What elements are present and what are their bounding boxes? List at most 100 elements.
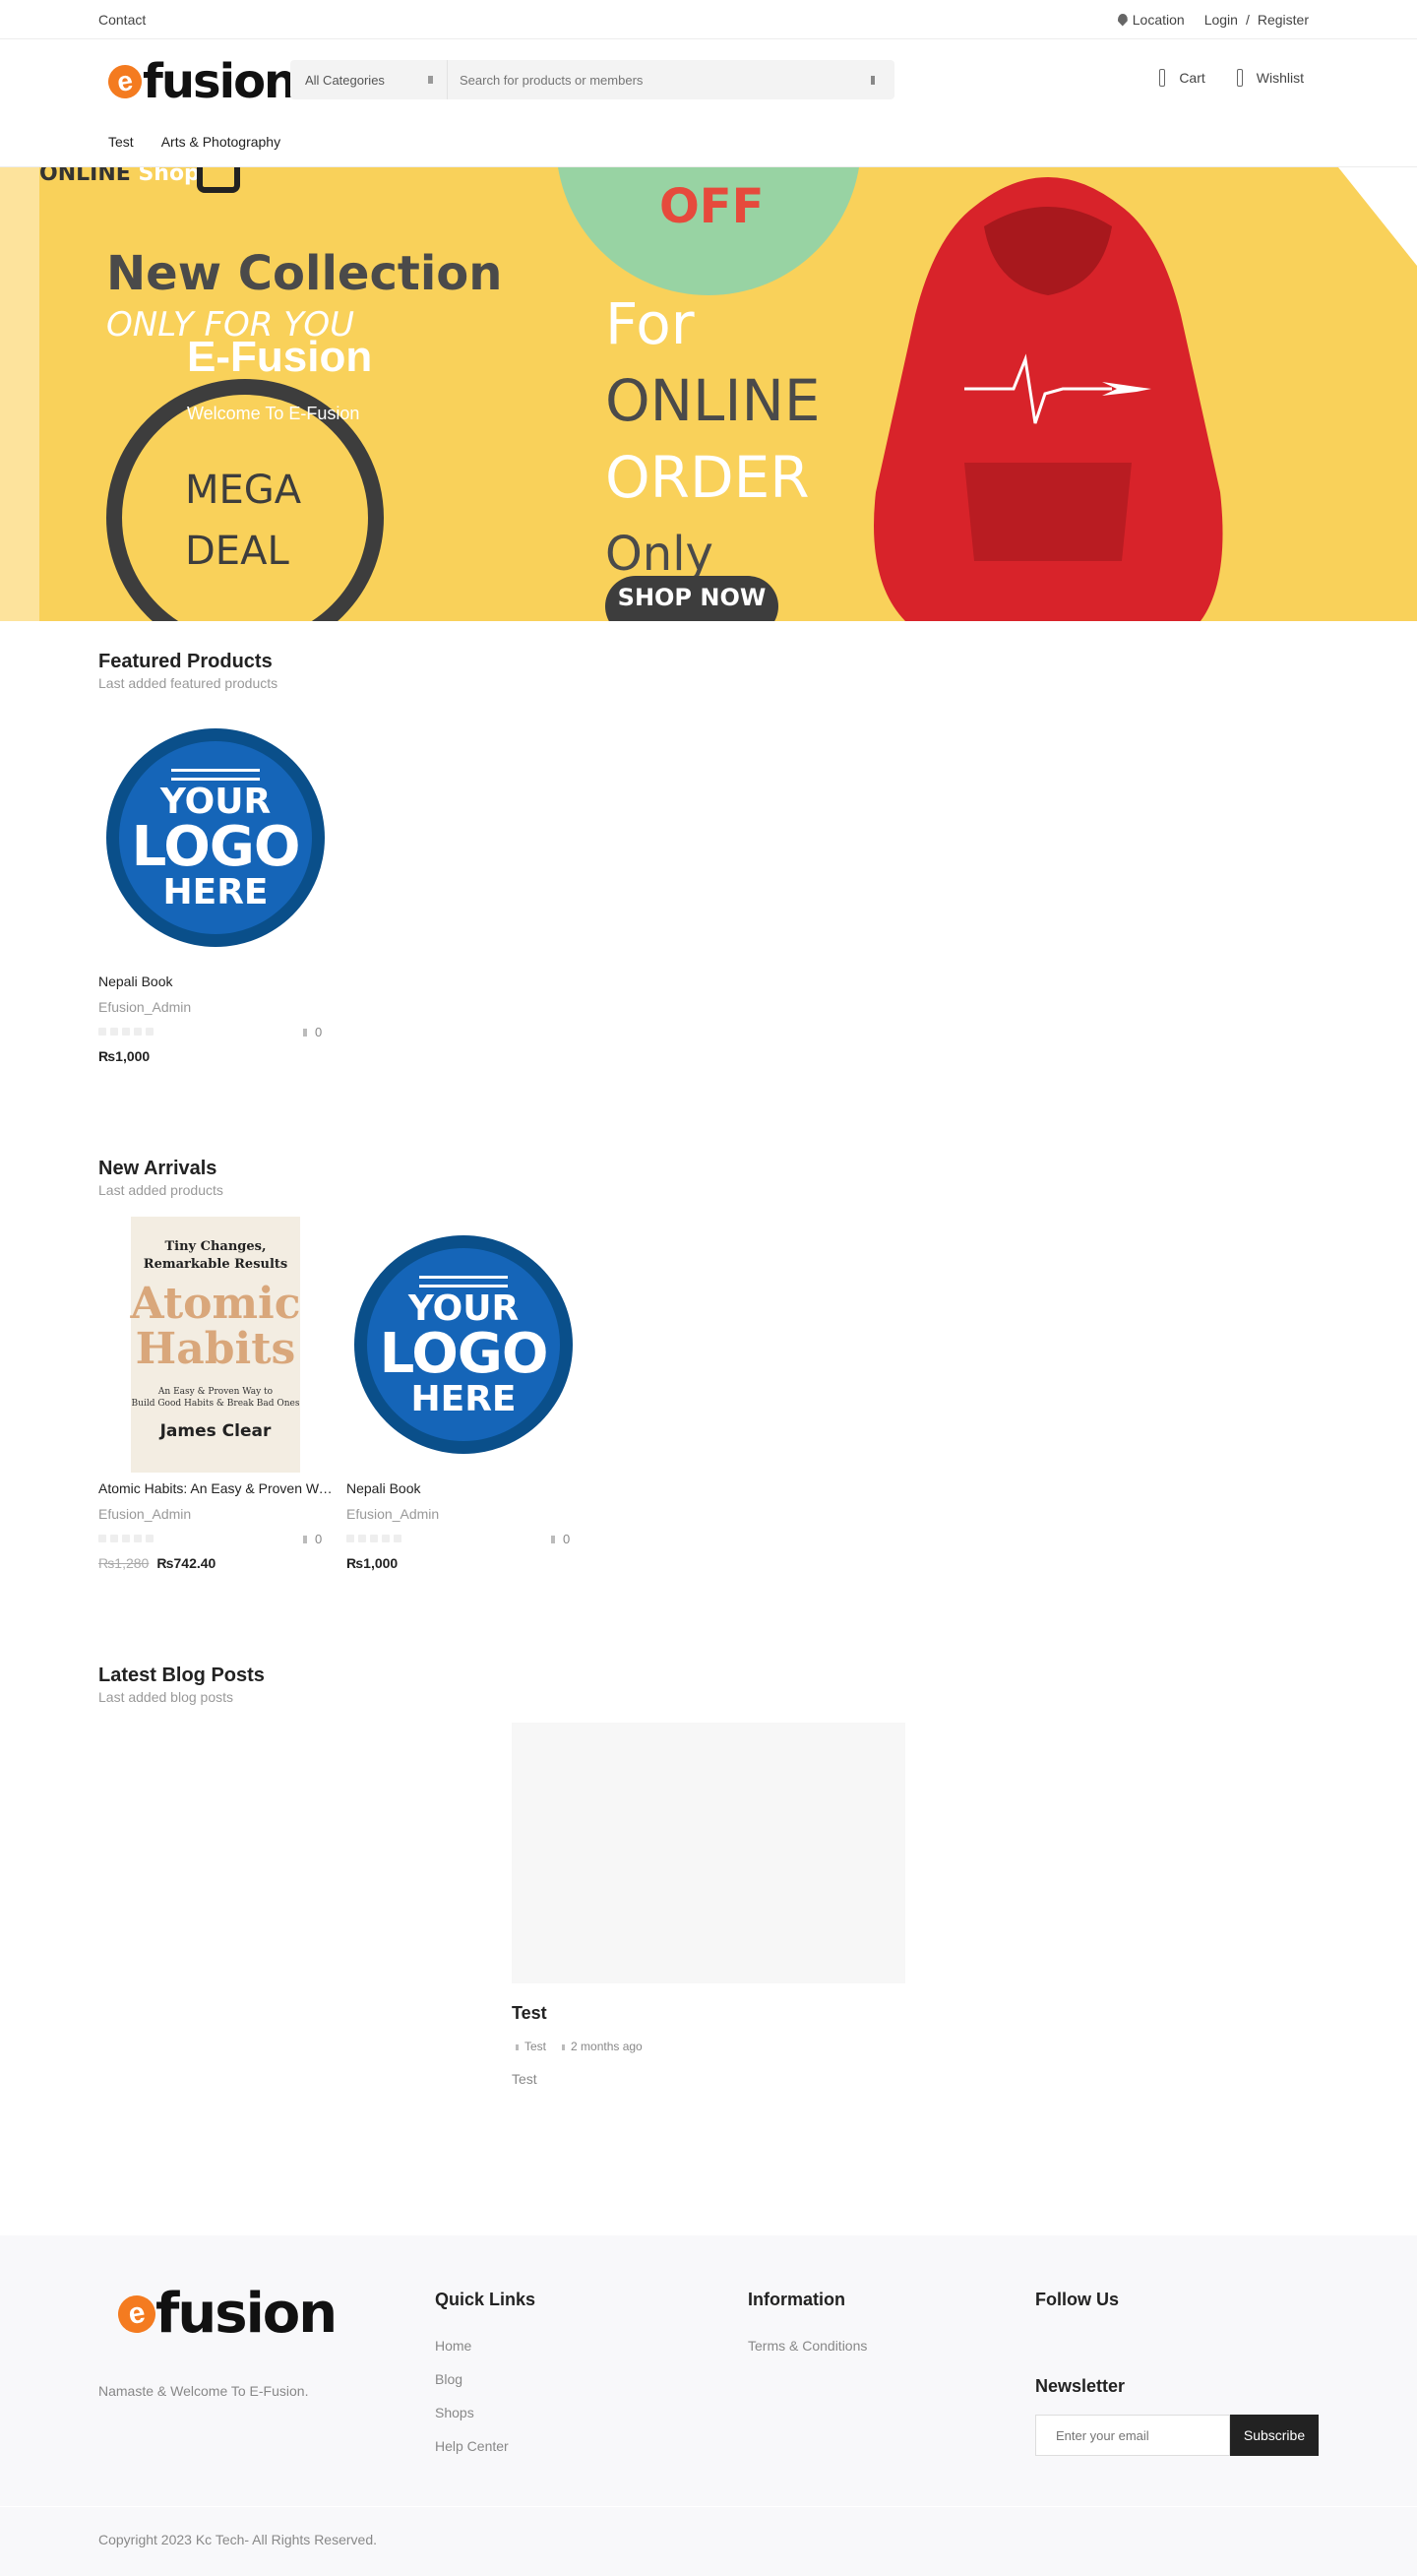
- product-vendor[interactable]: Efusion_Admin: [98, 1506, 333, 1522]
- chevron-down-icon: [428, 76, 433, 84]
- star-icon: [358, 1535, 366, 1542]
- banner-new-collection: New Collection: [106, 246, 503, 301]
- banner-online-shop: ONLINE Shop: [39, 167, 200, 186]
- star-icon: [110, 1028, 118, 1036]
- logo-text-here: HERE: [410, 1379, 517, 1419]
- logo-e-mark: e: [105, 62, 145, 101]
- footer-link-terms[interactable]: Terms & Conditions: [748, 2338, 867, 2354]
- banner-mega: MEGA: [185, 468, 302, 513]
- subscribe-button[interactable]: Subscribe: [1230, 2415, 1319, 2456]
- placeholder-logo: YOUR LOGO HERE: [354, 1235, 573, 1454]
- footer-link-shops[interactable]: Shops: [435, 2405, 535, 2420]
- register-link[interactable]: Register: [1258, 12, 1309, 28]
- wishlist-count-value: 0: [315, 1532, 323, 1546]
- category-select[interactable]: All Categories: [290, 60, 448, 99]
- nav-item-test[interactable]: Test: [108, 134, 134, 150]
- wishlist-link[interactable]: Wishlist: [1236, 69, 1304, 87]
- hero-subtitle: Welcome To E-Fusion: [187, 404, 360, 423]
- product-name[interactable]: Nepali Book: [346, 1480, 581, 1496]
- contact-link[interactable]: Contact: [98, 12, 146, 28]
- banner-shop-label: Shop: [138, 167, 200, 186]
- product-vendor[interactable]: Efusion_Admin: [98, 999, 333, 1015]
- footer-link-help-center[interactable]: Help Center: [435, 2438, 535, 2454]
- footer-link-blog[interactable]: Blog: [435, 2371, 535, 2387]
- footer-quick-links: Quick Links Home Blog Shops Help Center: [435, 2290, 535, 2454]
- logo-lines-top: [171, 769, 260, 781]
- nav-item-arts-photography[interactable]: Arts & Photography: [161, 134, 280, 150]
- placeholder-logo-inner: YOUR LOGO HERE: [119, 741, 312, 934]
- product-meta: 0: [98, 1025, 333, 1039]
- cart-link[interactable]: Cart: [1159, 69, 1205, 87]
- blog-excerpt: Test: [512, 2071, 537, 2087]
- footer-link-home[interactable]: Home: [435, 2338, 535, 2354]
- product-image[interactable]: Tiny Changes, Remarkable Results Atomic Ha…: [98, 1217, 333, 1473]
- product-name[interactable]: Nepali Book: [98, 974, 333, 989]
- wishlist-count[interactable]: 0: [551, 1532, 570, 1546]
- wishlist-count[interactable]: 0: [303, 1532, 322, 1546]
- footer-quick-links-title: Quick Links: [435, 2290, 536, 2309]
- product-price: ₨1,000: [98, 1048, 333, 1064]
- product-meta: 0: [98, 1532, 333, 1546]
- wishlist-count[interactable]: 0: [303, 1025, 322, 1039]
- blog-image[interactable]: [512, 1723, 905, 1983]
- logo-text-logo: LOGO: [379, 1322, 549, 1386]
- site-logo[interactable]: e fusion: [105, 57, 297, 106]
- banner-for-online-order: For ONLINE ORDER Only: [605, 285, 821, 593]
- product-name[interactable]: Atomic Habits: An Easy & Proven Way to B…: [98, 1480, 333, 1496]
- hero-banner[interactable]: ONLINE Shop New Collection ONLY FOR YOU …: [0, 167, 1417, 621]
- product-meta: 0: [346, 1532, 581, 1546]
- blog-category[interactable]: Test: [512, 2040, 546, 2053]
- star-icon: [98, 1535, 106, 1542]
- banner-cart-icon: [197, 167, 240, 193]
- banner-online-word: ONLINE: [605, 367, 821, 434]
- star-icon: [134, 1535, 142, 1542]
- search-input[interactable]: [448, 72, 851, 88]
- rating-stars: [98, 1535, 154, 1542]
- top-bar-right: Location Login / Register: [1117, 12, 1309, 28]
- book-tagline: Tiny Changes, Remarkable Results: [144, 1238, 287, 1274]
- newsletter-form: Subscribe: [1035, 2415, 1319, 2456]
- blog-post-title[interactable]: Test: [512, 2003, 905, 2024]
- search-bar: All Categories: [290, 60, 894, 99]
- cart-icon: [1159, 69, 1166, 87]
- logo-lines-top: [419, 1276, 508, 1288]
- location-link[interactable]: Location: [1117, 12, 1185, 28]
- main-nav: Test Arts & Photography: [108, 134, 280, 150]
- footer-logo[interactable]: e fusion: [114, 2285, 338, 2344]
- star-icon: [98, 1028, 106, 1036]
- blog-card[interactable]: Test Test 2 months ago Test: [512, 1723, 905, 2087]
- product-card[interactable]: Tiny Changes, Remarkable Results Atomic Ha…: [98, 1217, 333, 1571]
- star-icon: [122, 1535, 130, 1542]
- footer-tagline: Namaste & Welcome To E-Fusion.: [98, 2383, 309, 2399]
- product-vendor[interactable]: Efusion_Admin: [346, 1506, 581, 1522]
- heart-icon: [303, 1535, 307, 1543]
- star-icon: [146, 1028, 154, 1036]
- banner-mega-deal: MEGA DEAL: [185, 460, 301, 582]
- price-value: ₨742.40: [156, 1555, 216, 1571]
- blog-subtitle: Last added blog posts: [98, 1689, 233, 1705]
- search-button[interactable]: [851, 60, 894, 99]
- heart-icon: [1236, 69, 1243, 87]
- product-card[interactable]: YOUR LOGO HERE Nepali Book Efusion_Admin…: [346, 1217, 581, 1571]
- category-select-value: All Categories: [305, 72, 385, 88]
- newsletter: Newsletter Subscribe: [1035, 2376, 1319, 2456]
- login-link[interactable]: Login: [1204, 12, 1238, 28]
- wishlist-count-value: 0: [563, 1532, 571, 1546]
- site-header: e fusion All Categories Cart Wishlist Te…: [0, 39, 1417, 167]
- book-author: James Clear: [159, 1421, 272, 1441]
- footer-follow-title: Follow Us: [1035, 2290, 1119, 2309]
- hero-left-strip: [0, 167, 39, 621]
- location-pin-icon: [1117, 13, 1128, 27]
- banner-off: OFF: [659, 179, 765, 234]
- heart-icon: [551, 1535, 555, 1543]
- banner-for: For: [605, 290, 695, 357]
- book-title-2: Habits: [135, 1324, 296, 1374]
- product-card[interactable]: YOUR LOGO HERE Nepali Book Efusion_Admin…: [98, 710, 333, 1064]
- wishlist-count-value: 0: [315, 1025, 323, 1039]
- book-tagline-1: Tiny Changes,: [164, 1239, 267, 1254]
- newsletter-email-input[interactable]: [1035, 2415, 1230, 2456]
- product-image[interactable]: YOUR LOGO HERE: [98, 710, 333, 966]
- search-icon: [871, 75, 875, 85]
- banner-online-label: ONLINE: [39, 167, 131, 186]
- product-image[interactable]: YOUR LOGO HERE: [346, 1217, 581, 1473]
